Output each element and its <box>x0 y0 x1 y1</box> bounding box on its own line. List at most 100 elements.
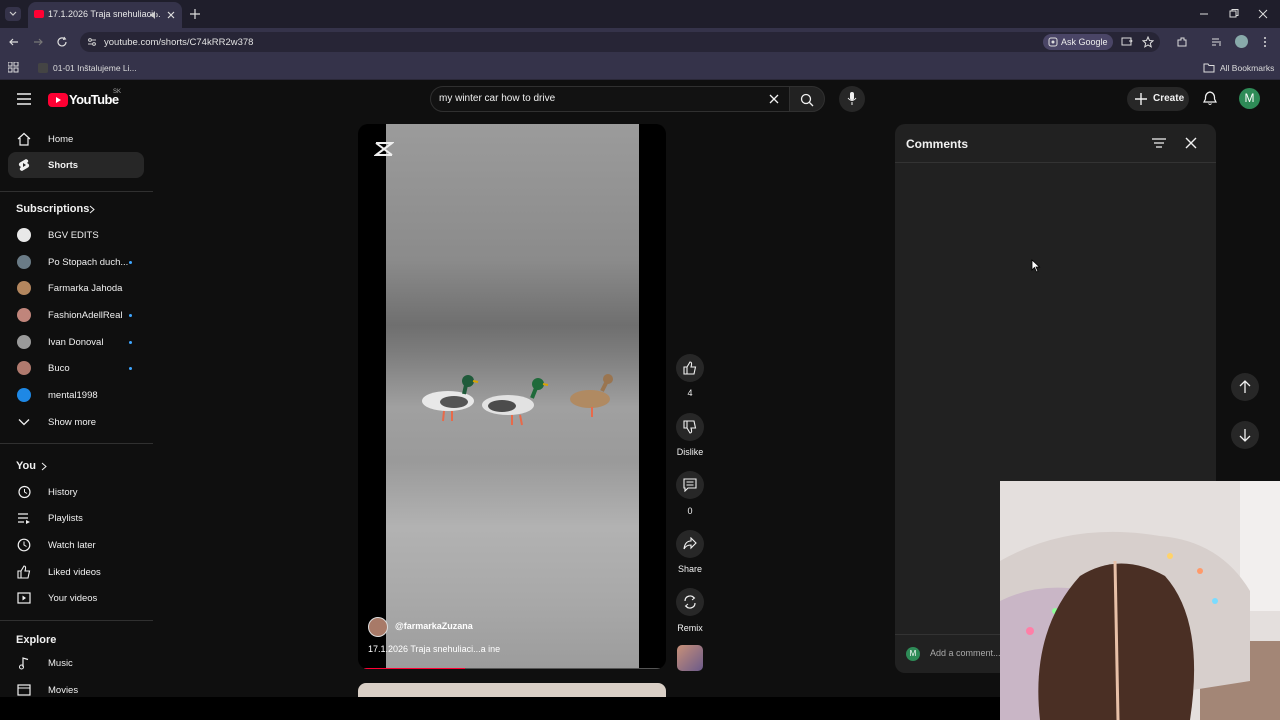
reload-icon[interactable] <box>56 36 68 48</box>
bookmark-star-icon[interactable] <box>1142 36 1154 48</box>
share-label: Share <box>677 564 703 574</box>
chevron-right-icon <box>41 462 47 471</box>
clear-search-icon[interactable] <box>768 93 780 105</box>
close-tab-icon[interactable] <box>166 10 176 20</box>
thumbs-down-icon <box>683 420 697 434</box>
avatar <box>17 388 31 402</box>
remix-icon <box>684 595 696 609</box>
avatar <box>17 281 31 295</box>
webcam-overlay <box>1000 481 1280 720</box>
sidebar-item-show-more[interactable]: Show more <box>8 409 144 435</box>
video-frame <box>386 124 639 669</box>
profile-avatar-icon[interactable] <box>1235 35 1248 48</box>
shorts-video-player[interactable]: @farmarkaZuzana 17.1.2026 Traja snehulia… <box>358 124 666 669</box>
voice-search-button[interactable] <box>839 86 865 112</box>
tab-title: 17.1.2026 Traja snehuliaci... <box>48 9 161 19</box>
sidebar-item-home[interactable]: Home <box>8 126 144 152</box>
new-tab-icon[interactable] <box>189 8 201 20</box>
webcam-feed-image <box>1000 481 1280 720</box>
media-controls-icon[interactable] <box>1211 36 1223 48</box>
sidebar-item-subscription[interactable]: Farmarka Jahoda <box>8 275 144 301</box>
restore-icon[interactable] <box>1228 8 1240 20</box>
video-progress-bar[interactable] <box>364 668 660 669</box>
sort-icon[interactable] <box>1152 137 1166 149</box>
youtube-logo-text: YouTube <box>69 92 119 107</box>
sidebar-item-liked-videos[interactable]: Liked videos <box>8 559 144 585</box>
comments-button[interactable] <box>676 471 704 499</box>
arrow-down-icon <box>1239 429 1251 442</box>
back-icon[interactable] <box>8 36 20 48</box>
bookmark-item[interactable]: 01-01 Inštalujeme Li... <box>36 61 137 75</box>
subscriptions-header[interactable]: Subscriptions <box>16 202 106 216</box>
search-query[interactable]: my winter car how to drive <box>439 93 555 104</box>
like-button[interactable] <box>676 354 704 382</box>
url-text[interactable]: youtube.com/shorts/C74kRR2w378 <box>104 37 253 48</box>
sidebar-item-history[interactable]: History <box>8 479 144 505</box>
minimize-icon[interactable] <box>1198 8 1210 20</box>
sidebar-item-subscription[interactable]: Buco <box>8 355 144 381</box>
sidebar-divider <box>0 620 153 621</box>
sidebar-item-label: mental1998 <box>48 390 98 401</box>
site-info-icon[interactable] <box>86 36 98 48</box>
hamburger-menu-icon[interactable] <box>17 93 31 105</box>
chevron-down-icon <box>9 11 17 16</box>
remix-button[interactable] <box>676 588 704 616</box>
speaker-icon[interactable] <box>149 10 159 20</box>
ask-google-label: Ask Google <box>1061 37 1108 47</box>
search-button[interactable] <box>789 86 825 112</box>
lens-icon <box>1048 37 1058 47</box>
video-title[interactable]: 17.1.2026 Traja snehuliaci...a ine <box>368 644 500 654</box>
sidebar-item-playlists[interactable]: Playlists <box>8 505 144 531</box>
channel-avatar <box>368 617 388 637</box>
sidebar-item-subscription[interactable]: mental1998 <box>8 382 144 408</box>
bookmark-favicon-icon <box>38 63 48 73</box>
comment-user-avatar: M <box>906 647 920 661</box>
add-comment-input[interactable]: Add a comment... <box>930 648 1001 658</box>
sidebar-item-your-videos[interactable]: Your videos <box>8 585 144 611</box>
sidebar-item-label: Po Stopach duch... <box>48 257 129 268</box>
sidebar-item-subscription[interactable]: Po Stopach duch... <box>8 249 144 275</box>
ask-google-button[interactable]: Ask Google <box>1043 34 1113 50</box>
share-button[interactable] <box>676 530 704 558</box>
new-content-dot <box>129 314 132 317</box>
youtube-logo[interactable]: YouTube SK <box>48 89 128 108</box>
sound-thumbnail[interactable] <box>677 645 703 671</box>
dislike-button[interactable] <box>676 413 704 441</box>
channel-info[interactable]: @farmarkaZuzana <box>368 617 518 637</box>
close-window-icon[interactable] <box>1257 8 1269 20</box>
sidebar-item-label: BGV EDITS <box>48 230 99 241</box>
account-avatar[interactable]: M <box>1239 88 1260 109</box>
more-menu-icon[interactable] <box>1260 36 1270 48</box>
sidebar-item-label: Farmarka Jahoda <box>48 283 123 294</box>
sidebar-item-label: Buco <box>48 363 70 374</box>
tab-search-button[interactable] <box>5 7 21 21</box>
all-bookmarks[interactable]: All Bookmarks <box>1203 61 1275 75</box>
sidebar-item-watch-later[interactable]: Watch later <box>8 532 144 558</box>
close-icon[interactable] <box>1185 137 1197 149</box>
install-app-icon[interactable] <box>1121 36 1133 48</box>
sidebar-item-label: Liked videos <box>48 567 101 578</box>
create-button[interactable]: Create <box>1127 87 1189 111</box>
movies-icon <box>17 684 31 696</box>
sidebar-item-label: Shorts <box>48 160 79 171</box>
sidebar-item-label: Playlists <box>48 513 83 524</box>
sidebar-item-music[interactable]: Music <box>8 650 144 676</box>
sidebar-item-subscription[interactable]: FashionAdellReal <box>8 302 144 328</box>
sidebar-item-shorts[interactable]: Shorts <box>8 152 144 178</box>
your-videos-icon <box>17 592 31 604</box>
sidebar-item-subscription[interactable]: Ivan Donoval <box>8 329 144 355</box>
notifications-bell-icon[interactable] <box>1203 91 1217 106</box>
you-header[interactable]: You <box>16 459 56 473</box>
extensions-icon[interactable] <box>1176 36 1188 48</box>
music-icon <box>19 657 29 670</box>
sidebar-item-subscription[interactable]: BGV EDITS <box>8 222 144 248</box>
next-short-button[interactable] <box>1231 421 1259 449</box>
browser-tab[interactable]: 17.1.2026 Traja snehuliaci... <box>28 2 182 28</box>
previous-short-button[interactable] <box>1231 373 1259 401</box>
next-short-preview[interactable] <box>358 683 666 697</box>
new-content-dot <box>129 341 132 344</box>
forward-icon[interactable] <box>32 36 44 48</box>
microphone-icon <box>847 92 857 105</box>
apps-grid-icon[interactable] <box>8 62 19 73</box>
channel-handle: @farmarkaZuzana <box>395 621 473 631</box>
